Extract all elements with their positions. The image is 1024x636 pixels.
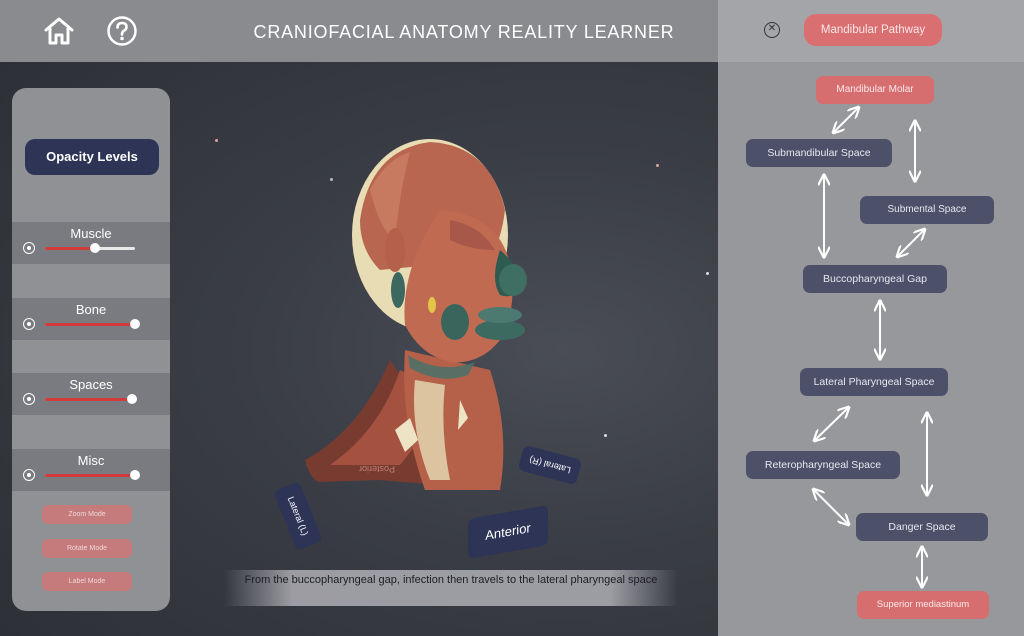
help-icon[interactable] xyxy=(106,15,138,47)
bone-radio[interactable] xyxy=(23,318,35,330)
opacity-panel: Opacity Levels Muscle Bone Spaces Misc Z… xyxy=(12,88,170,611)
misc-radio[interactable] xyxy=(23,469,35,481)
slider-knob[interactable] xyxy=(130,319,140,329)
node-mandibular-molar[interactable]: Mandibular Molar xyxy=(816,76,934,104)
slider-label: Spaces xyxy=(69,377,113,392)
spaces-slider[interactable] xyxy=(45,394,138,404)
node-submental-space[interactable]: Submental Space xyxy=(860,196,994,224)
app-title: CRANIOFACIAL ANATOMY REALITY LEARNER xyxy=(253,22,675,42)
slider-knob[interactable] xyxy=(130,470,140,480)
slider-knob[interactable] xyxy=(127,394,138,404)
slider-row-bone: Bone xyxy=(12,298,170,340)
spaces-radio[interactable] xyxy=(23,393,35,405)
app-header: CRANIOFACIAL ANATOMY REALITY LEARNER xyxy=(0,0,718,62)
slider-fill xyxy=(45,247,96,250)
node-submandibular-space[interactable]: Submandibular Space xyxy=(746,139,892,167)
slider-row-spaces: Spaces xyxy=(12,373,170,415)
slider-label: Bone xyxy=(75,302,107,317)
caption-text: From the buccopharyngeal gap, infection … xyxy=(244,574,658,586)
arrow xyxy=(898,230,924,256)
slider-row-misc: Misc xyxy=(12,449,170,491)
misc-slider[interactable] xyxy=(45,470,140,480)
muscle-radio[interactable] xyxy=(23,242,35,254)
arrow xyxy=(815,408,848,440)
label-mode-button[interactable]: Label Mode xyxy=(42,572,132,591)
slider-fill xyxy=(45,398,133,401)
slider-fill xyxy=(45,474,135,477)
background-dot xyxy=(706,272,709,275)
node-danger-space[interactable]: Danger Space xyxy=(856,513,988,541)
anatomy-3d-model[interactable]: Posterior xyxy=(200,100,620,560)
zoom-mode-button[interactable]: Zoom Mode xyxy=(42,505,132,524)
slider-fill xyxy=(45,323,135,326)
node-superior-mediastinum[interactable]: Superior mediastinum xyxy=(857,591,989,619)
home-icon[interactable] xyxy=(43,15,75,47)
node-retropharyngeal-space[interactable]: Reteropharyngeal Space xyxy=(746,451,900,479)
slider-label: Misc xyxy=(77,453,105,468)
slider-knob[interactable] xyxy=(90,243,101,253)
rotate-mode-button[interactable]: Rotate Mode xyxy=(42,539,132,558)
node-buccopharyngeal-gap[interactable]: Buccopharyngeal Gap xyxy=(803,265,947,293)
node-lateral-pharyngeal-space[interactable]: Lateral Pharyngeal Space xyxy=(800,368,948,396)
arrow xyxy=(814,490,848,524)
posterior-label: Posterior xyxy=(359,464,395,474)
bone-slider[interactable] xyxy=(45,319,140,329)
slider-row-muscle: Muscle xyxy=(12,222,170,264)
muscle-slider[interactable] xyxy=(45,243,135,253)
opacity-levels-button[interactable]: Opacity Levels xyxy=(25,139,159,175)
arrow xyxy=(834,108,858,132)
slider-label: Muscle xyxy=(70,226,112,241)
pathway-panel: ✕ Mandibular Pathway Mandibular Molar Su… xyxy=(718,0,1024,636)
background-dot xyxy=(656,164,659,167)
